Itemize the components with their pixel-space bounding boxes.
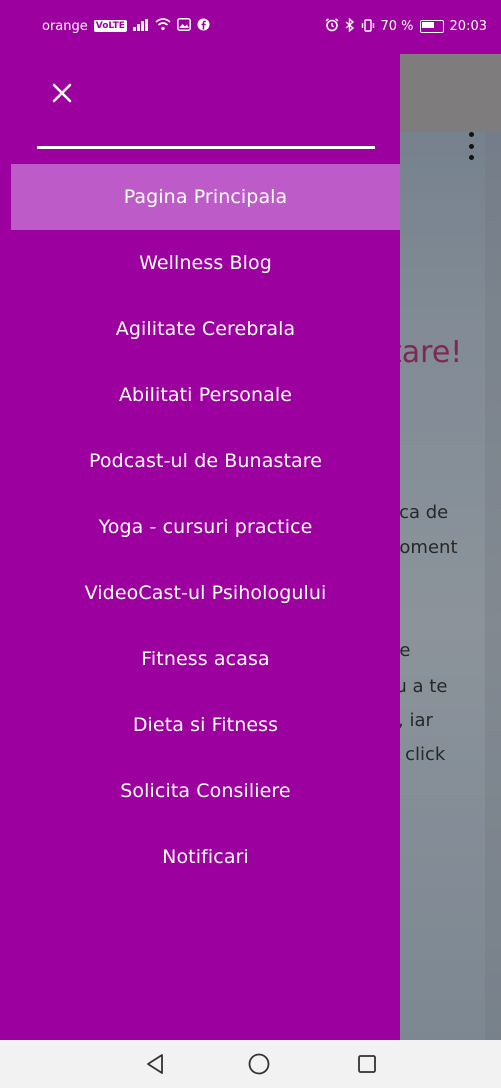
drawer-divider — [37, 146, 375, 149]
menu-item[interactable]: Fitness acasa — [11, 626, 400, 692]
status-left: orange VoLTE — [42, 18, 210, 34]
system-navigation-bar — [0, 1040, 501, 1088]
navigation-drawer: Pagina Principala Wellness Blog Agilitate … — [11, 54, 400, 1040]
recents-button[interactable] — [352, 1050, 382, 1078]
drawer-menu: Pagina Principala Wellness Blog Agilitate … — [11, 164, 400, 890]
menu-item[interactable]: Abilitati Personale — [11, 362, 400, 428]
menu-item-label: Fitness acasa — [141, 648, 270, 670]
menu-item-label: Wellness Blog — [139, 252, 272, 274]
signal-icon — [132, 18, 149, 34]
drawer-scrim[interactable] — [400, 0, 501, 1040]
home-circle-icon — [248, 1053, 270, 1075]
battery-icon — [419, 20, 444, 33]
menu-item[interactable]: Agilitate Cerebrala — [11, 296, 400, 362]
menu-item[interactable]: Podcast-ul de Bunastare — [11, 428, 400, 494]
menu-item-label: Agilitate Cerebrala — [115, 318, 296, 340]
menu-item-label: Podcast-ul de Bunastare — [88, 450, 323, 472]
menu-item[interactable]: Notificari — [11, 824, 400, 890]
menu-item-label: Dieta si Fitness — [132, 714, 279, 736]
clock: 20:03 — [449, 19, 487, 34]
recents-square-icon — [358, 1055, 376, 1073]
carrier-name: orange — [42, 18, 88, 34]
close-drawer-button[interactable] — [47, 80, 77, 110]
menu-item[interactable]: Wellness Blog — [11, 230, 400, 296]
gallery-icon — [177, 18, 191, 34]
menu-item-label: VideoCast-ul Psihologului — [84, 582, 327, 604]
menu-item-label: Solicita Consiliere — [120, 780, 291, 802]
back-button[interactable] — [140, 1050, 170, 1078]
menu-item[interactable]: VideoCast-ul Psihologului — [11, 560, 400, 626]
battery-percent: 70 % — [380, 19, 414, 34]
status-bar: orange VoLTE 70 % 20:03 — [0, 0, 501, 54]
wifi-icon — [155, 18, 171, 34]
drawer-edge — [0, 54, 11, 1040]
menu-item[interactable]: Pagina Principala — [11, 164, 400, 230]
menu-item-label: Abilitati Personale — [118, 384, 293, 406]
home-button[interactable] — [244, 1050, 274, 1078]
menu-item-label: Notificari — [162, 846, 249, 868]
back-triangle-icon — [147, 1054, 163, 1074]
volte-badge: VoLTE — [93, 20, 127, 32]
menu-item[interactable]: Yoga - cursuri practice — [11, 494, 400, 560]
bluetooth-icon — [345, 17, 355, 35]
menu-item[interactable]: Dieta si Fitness — [11, 692, 400, 758]
menu-item-label: Pagina Principala — [123, 186, 288, 208]
menu-item[interactable]: Solicita Consiliere — [11, 758, 400, 824]
facebook-icon — [197, 18, 210, 34]
menu-item-label: Yoga - cursuri practice — [98, 516, 313, 538]
vibrate-icon — [361, 18, 375, 35]
phone-screen: tare! eca de noment de ru a te ii, iar n… — [0, 0, 501, 1088]
close-icon — [52, 83, 72, 103]
alarm-icon — [325, 18, 339, 35]
status-right: 70 % 20:03 — [325, 17, 487, 35]
